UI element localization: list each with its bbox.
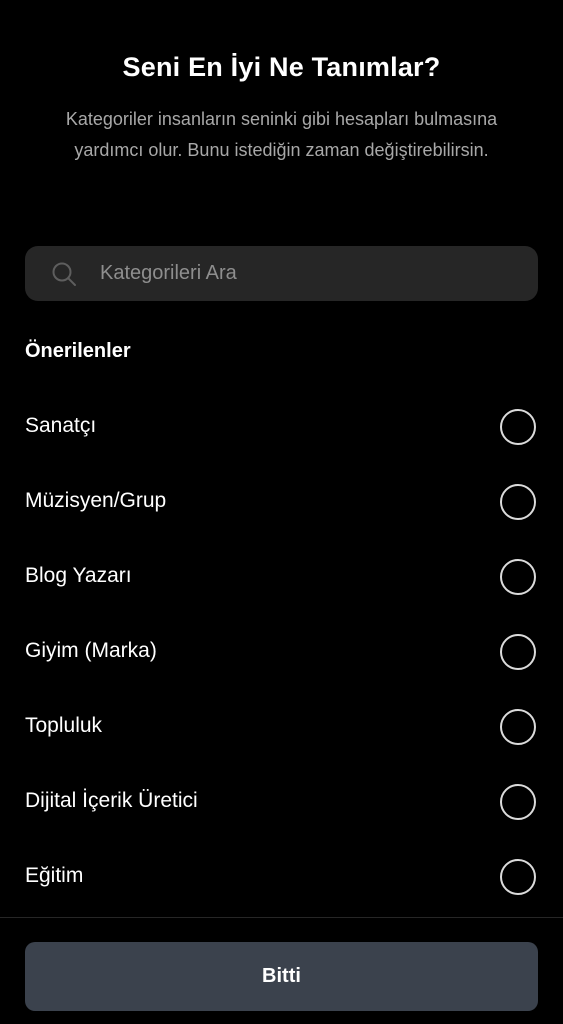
category-label: Eğitim — [25, 864, 84, 887]
category-item[interactable]: Blog Yazarı — [0, 540, 563, 615]
category-selection-screen: Seni En İyi Ne Tanımlar? Kategoriler ins… — [0, 0, 563, 1024]
page-description: Kategoriler insanların seninki gibi hesa… — [65, 109, 498, 160]
category-item[interactable]: Dijital İçerik Üretici — [0, 765, 563, 840]
category-label: Sanatçı — [25, 414, 97, 437]
category-label: Dijital İçerik Üretici — [25, 789, 198, 812]
radio-button[interactable] — [500, 784, 536, 820]
radio-button[interactable] — [500, 484, 536, 520]
category-item[interactable]: Giyim (Marka) — [0, 615, 563, 690]
category-label: Blog Yazarı — [25, 564, 132, 587]
radio-button[interactable] — [500, 709, 536, 745]
category-item[interactable]: Müzisyen/Grup — [0, 465, 563, 540]
category-item[interactable]: Eğitim — [0, 840, 563, 915]
radio-button[interactable] — [500, 859, 536, 895]
footer-divider — [0, 917, 563, 918]
category-label: Müzisyen/Grup — [25, 489, 167, 512]
radio-button[interactable] — [500, 559, 536, 595]
radio-button[interactable] — [500, 409, 536, 445]
search-input[interactable] — [100, 246, 520, 301]
category-item[interactable]: Topluluk — [0, 690, 563, 765]
radio-button[interactable] — [500, 634, 536, 670]
category-label: Topluluk — [25, 714, 103, 737]
category-label: Giyim (Marka) — [25, 639, 157, 662]
search-icon — [51, 261, 77, 287]
section-heading-suggested: Önerilenler — [25, 340, 131, 362]
done-button[interactable]: Bitti — [25, 942, 538, 1011]
page-title: Seni En İyi Ne Tanımlar? — [122, 52, 441, 82]
category-item[interactable]: Sanatçı — [0, 390, 563, 465]
search-bar[interactable] — [25, 246, 538, 301]
category-list: Sanatçı Müzisyen/Grup Blog Yazarı Giyim … — [0, 390, 563, 915]
